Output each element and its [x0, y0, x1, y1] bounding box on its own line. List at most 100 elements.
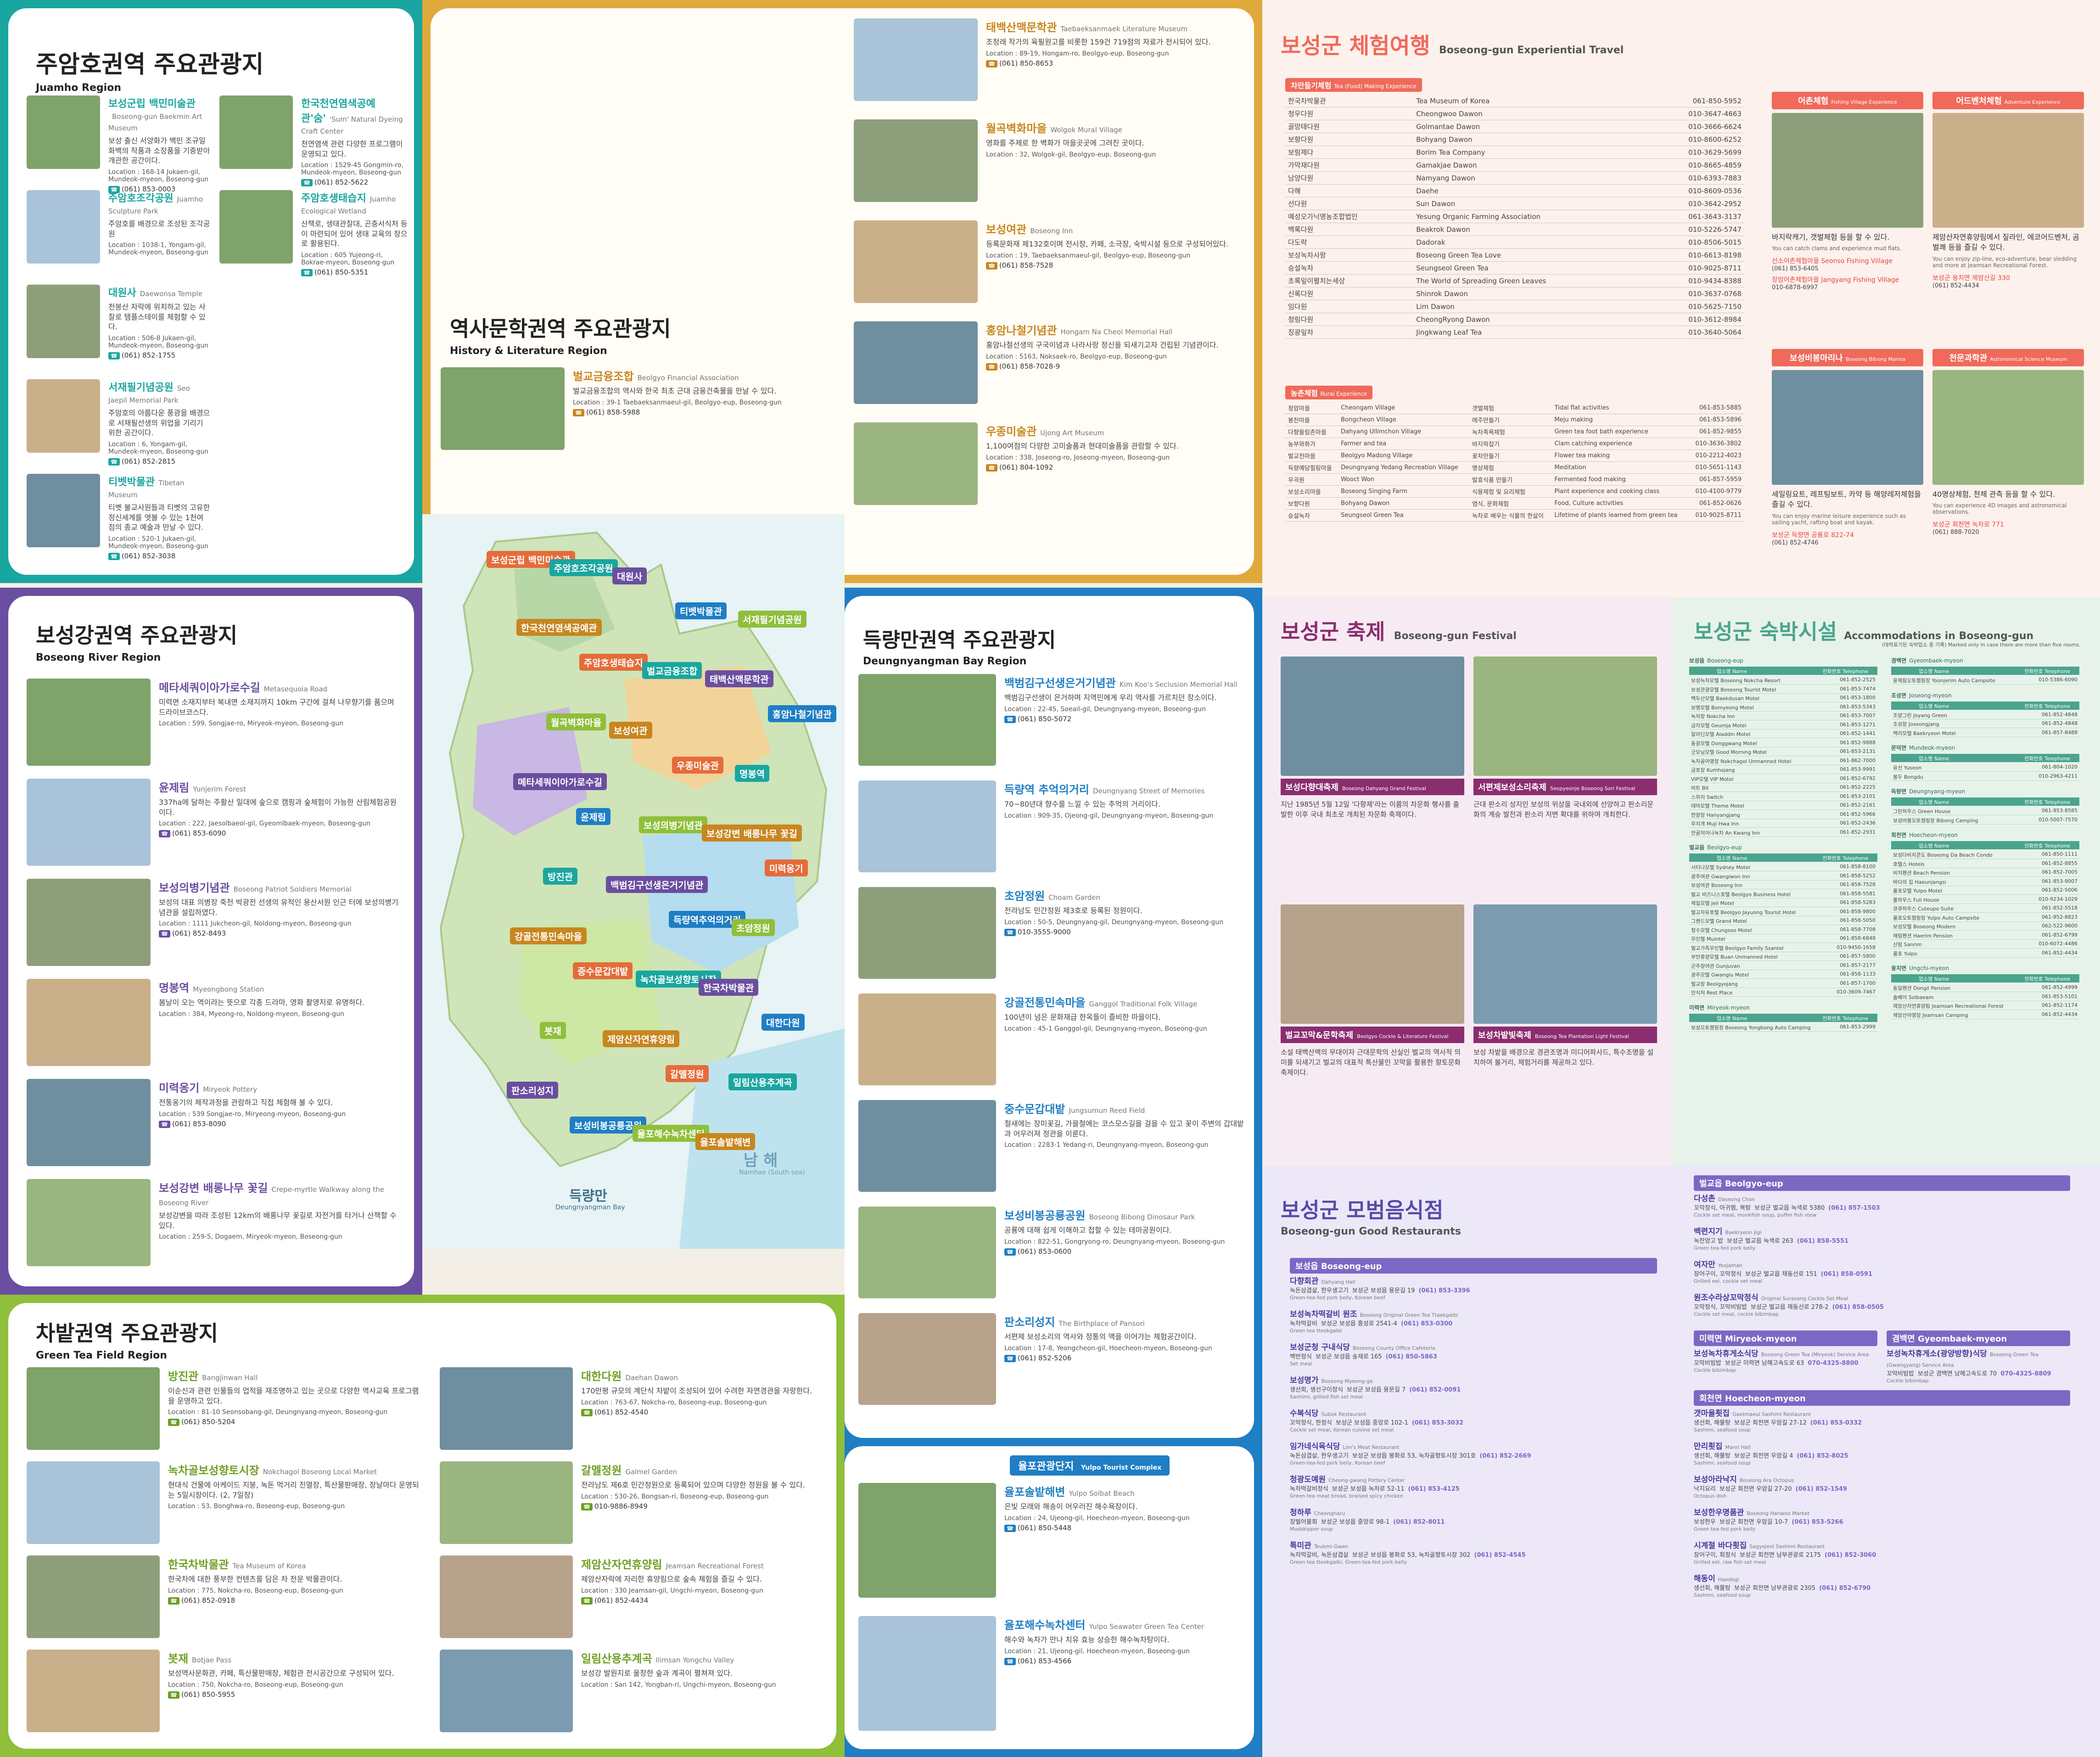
restaurant-menu-line: 낙지요리 보성군 회천면 우암길 27-20 (061) 852-1549: [1694, 1485, 2070, 1493]
accommodation-name: 산림 Sanrim: [1893, 942, 1922, 948]
phone-number: (061) 850-8653: [999, 59, 1053, 67]
map-place-label[interactable]: 메타세쿼이아가로수길: [513, 773, 607, 790]
map-place-label[interactable]: 제암산자연휴양림: [603, 1030, 680, 1047]
restaurant-menu: 낙지요리: [1694, 1485, 1716, 1493]
rural-place-en: Bohyang Dawon: [1338, 497, 1470, 510]
map-place-label[interactable]: 방진관: [543, 868, 578, 885]
map-place-label[interactable]: 우종미술관: [672, 757, 723, 774]
phone-tag: ☎: [108, 458, 120, 466]
map-place-label[interactable]: 태백산맥문학관: [705, 670, 773, 687]
attraction-name-en: Ganggol Traditional Folk Village: [1089, 1000, 1198, 1008]
accommodation-name: 비치펜션 Beach Pension: [1893, 870, 1950, 876]
map-place-label[interactable]: 보성의병기념관: [639, 816, 707, 833]
phone-tag: ☎: [1004, 1248, 1016, 1256]
map-place-label[interactable]: 중수문갑대밭: [573, 962, 633, 979]
attraction-phone: ☎ (061) 804-1092: [986, 463, 1239, 472]
attraction-phone: ☎ 010-3555-9000: [1004, 928, 1244, 936]
accommodation-name: 녹차장 Nokcha Inn: [1691, 713, 1735, 719]
restaurant-menu: 꼬막정식, 꼬막비빔밥: [1694, 1303, 1747, 1311]
restaurant-name-line: 다성촌 Daseong Chon: [1694, 1194, 2070, 1204]
accommodation-name: 조성장 Joseongjang: [1893, 721, 1939, 727]
map-place-label[interactable]: 대한다원: [762, 1014, 805, 1031]
map-place-label[interactable]: 티벳박물관: [675, 602, 727, 619]
attraction-name-ko: 대원사: [108, 287, 136, 299]
attraction-name-ko: 강골전통민속마을: [1004, 996, 1086, 1009]
attraction-entry: 녹차골보성향토시장 Nokchagol Boseong Local Market 현…: [27, 1461, 421, 1551]
map-place-label[interactable]: 율포솔밭해변: [695, 1133, 756, 1150]
tea-place-ko: 가막재다원: [1285, 158, 1414, 172]
tea-place-phone: 010-3647-4663: [1644, 107, 1744, 120]
accommodation-row: 무인텔 Muintel 061-858-6848: [1689, 934, 1877, 943]
tea-place-phone: 010-6393-7883: [1644, 171, 1744, 185]
experience-card-sub1-phone: (061) 852-4434: [1932, 282, 1979, 289]
experience-card-header: 어촌체험 Fishing Village Experience: [1772, 92, 1923, 109]
map-place-label[interactable]: 갈멜정원: [666, 1065, 709, 1082]
map-place-label[interactable]: 한국차박물관: [699, 979, 759, 996]
map-place-label[interactable]: 홍암나철기념관: [768, 705, 836, 722]
map-place-label[interactable]: 일림산용추계곡: [728, 1073, 797, 1090]
accommodation-phone: 061-852-4434: [2042, 1011, 2078, 1017]
restaurant-menu: 장어구이, 회정식: [1694, 1551, 1736, 1559]
attraction-address: Location : 338, Joseong-ro, Joseong-myeo…: [986, 454, 1170, 461]
attraction-phone: ☎ (061) 853-8090: [159, 1120, 403, 1128]
phone-tag: ☎: [986, 262, 997, 269]
map-place-label[interactable]: 명봉역: [735, 765, 770, 782]
map-place-label[interactable]: 백범김구선생은거기념관: [606, 876, 708, 893]
map-place-label[interactable]: 벌교금융조합: [642, 662, 702, 679]
map-place-label[interactable]: 판소리성지: [507, 1082, 558, 1099]
restaurant-area-header: 보성읍 Boseong-eup: [1290, 1258, 1657, 1274]
festival-name-en: Boseong Dahyang Grand Festival: [1342, 786, 1426, 791]
attraction-address: Location : 775, Nokcha-ro, Boseong-eup, …: [168, 1587, 343, 1594]
attraction-desc: 현대식 건물에 아케이드 지붕, 녹돈 먹거리 진열장, 특산물판매장, 장날마…: [168, 1481, 419, 1499]
map-place-label[interactable]: 월곡벽화마을: [546, 713, 606, 730]
attraction-desc: 벌교금융조합의 역사와 한국 최초 근대 금융건축물을 만날 수 있다.: [573, 387, 777, 395]
accommodation-area: 조성면 Joseong-myeon: [1891, 691, 1952, 699]
attraction-desc: 이순신과 관련 인물들의 업적을 재조명하고 있는 곳으로 다양한 역사교육 프…: [168, 1387, 419, 1405]
map-place-label[interactable]: 서재필기념공원: [738, 611, 806, 628]
accommodation-name: 제일모텔 Jeil Motel: [1691, 900, 1734, 906]
map-place-label[interactable]: 한국천연염색공예관: [516, 619, 602, 636]
restaurant-menu-en: Sashimi, seafood soup: [1694, 1427, 1751, 1433]
attraction-entry: 윤제림 Yunjerim Forest 337ha에 달하는 주활산 일대에 숲으로…: [27, 779, 403, 875]
restaurant-name-en: Gaetmaeul Sashimi Restaurant: [1732, 1411, 1811, 1417]
experience-card-sub1-phone: (061) 853-6405: [1772, 265, 1819, 273]
map-place-label[interactable]: 강골전통민속마을: [510, 927, 587, 944]
accommodation-row: 벌교장 Beolgyojang 061-857-1700: [1689, 979, 1877, 988]
attraction-photo: [854, 119, 978, 202]
phone-number: (061) 852-1755: [121, 351, 176, 359]
map-place-label[interactable]: 윤제림: [576, 808, 611, 825]
restaurant-name-en: Cheongharu: [1314, 1510, 1345, 1516]
accommodation-row: 유선 Yuseon 061-804-1020: [1891, 763, 2079, 772]
accommodation-area-ko: 미력면: [1689, 1004, 1705, 1011]
map-place-label[interactable]: 주암호생태습지: [579, 654, 648, 671]
map-place-label[interactable]: 봇재: [540, 1022, 566, 1039]
restaurant-name-line: 수복식당 Subok Restaurant: [1290, 1409, 1657, 1419]
restaurant-item: 보성아라낙지 Boseong Ara Octopus 낙지요리 보성군 회천면 우암길…: [1694, 1475, 2070, 1500]
restaurant-name: 보성녹차휴게소식당: [1694, 1349, 1758, 1358]
map-place-label[interactable]: 주암호조각공원: [549, 559, 618, 576]
accommodation-col-name: 업소명 Name: [1919, 976, 1949, 982]
restaurant-menu: 장벌어물회: [1290, 1518, 1317, 1526]
accommodation-row: 보성여관 Boseong Inn 061-858-7528: [1689, 881, 1877, 889]
tea-place-en: Sun Dawon: [1413, 197, 1645, 210]
attraction-photo: [858, 780, 996, 872]
tea-place-phone: 061-850-5952: [1644, 95, 1744, 107]
map-place-label[interactable]: 미력옹기: [765, 859, 808, 876]
map-place-label[interactable]: 보성강변 배롱나무 꽃길: [702, 825, 802, 842]
restaurant-name-line: 원조수라상꼬막정식 Original Surasang Cockle Set Me…: [1694, 1293, 2070, 1303]
tea-place-en: Beakrok Dawon: [1413, 223, 1645, 236]
rural-experience-row: 득량예당힐링마을 Deungnyang Yedang Recreation Vil…: [1285, 461, 1744, 474]
accommodation-header-row: 업소명 Name 전화번호 Telephone: [1689, 1013, 1877, 1022]
restaurant-menu-en: Mudskipper soup: [1290, 1526, 1333, 1532]
accommodation-phone: 061-853-9991: [1840, 766, 1876, 772]
restaurant-name: 임가네식육식당: [1290, 1442, 1340, 1451]
accommodation-name: 그랜드모텔 Grand Motel: [1691, 918, 1747, 924]
tea-experience-row: 신록다원 Shinrok Dawon 010-3637-0768: [1285, 287, 1744, 300]
map-place-label[interactable]: 보성여관: [609, 722, 652, 739]
accommodation-row: 광주모텔 Gwangiu Motel 061-858-1133: [1689, 970, 1877, 979]
tea-place-ko: 다도락: [1285, 236, 1414, 249]
map-place-label[interactable]: 대원사: [612, 567, 647, 584]
map-place-label[interactable]: 초암정원: [732, 919, 775, 936]
phone-number: (061) 852-5622: [314, 178, 369, 187]
experience-card-desc-en: You can catch clams and experience mud f…: [1772, 245, 1902, 252]
